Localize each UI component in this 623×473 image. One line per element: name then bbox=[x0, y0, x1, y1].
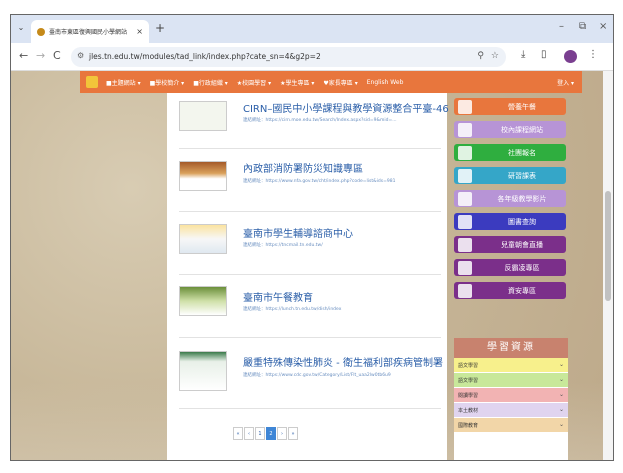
nav-item-admin[interactable]: ■行政組織 ▾ bbox=[193, 78, 228, 87]
chevron-down-icon: ⌄ bbox=[558, 361, 564, 368]
list-item[interactable]: 嚴重特殊傳染性肺炎 - 衛生福利部疾病管制署 連結網址：https://www.… bbox=[179, 345, 443, 409]
page-1-button[interactable]: 1 bbox=[255, 427, 265, 440]
link-title[interactable]: 嚴重特殊傳染性肺炎 - 衛生福利部疾病管制署 bbox=[243, 354, 443, 369]
edit-icon bbox=[458, 168, 472, 183]
list-item[interactable]: 臺南市午餐教育 連結網址：https://lunch.tn.edu.tw/dis… bbox=[179, 282, 441, 338]
lunch-button[interactable]: 營養午餐 bbox=[454, 98, 566, 115]
nav-item-parents[interactable]: ♥家長專區 ▾ bbox=[323, 78, 357, 87]
grade-videos-button[interactable]: 各年級教學影片 bbox=[454, 190, 566, 207]
school-favicon-icon bbox=[37, 27, 45, 36]
school-logo-icon[interactable] bbox=[86, 76, 98, 88]
browser-tab[interactable]: 臺南市東區復興國民小學網站 × bbox=[31, 20, 149, 43]
nav-item-themes[interactable]: ■主題網站 ▾ bbox=[106, 78, 141, 87]
assembly-stream-button[interactable]: 兒童朝會直播 bbox=[454, 236, 566, 253]
resource-dropdown[interactable]: 國際教育 ⌄ bbox=[454, 418, 568, 433]
list-item[interactable]: 臺南市學生輔導諮商中心 連結網址：https://tncmail.tn.edu.… bbox=[179, 219, 441, 275]
learning-resources-panel: 學習資源 語文學習 ⌄ 語文學習 ⌄ 閱讀學習 ⌄ 本土教材 ⌄ 國際教育 ⌄ bbox=[454, 338, 568, 460]
resource-dropdown[interactable]: 語文學習 ⌄ bbox=[454, 373, 568, 388]
first-page-button[interactable]: « bbox=[233, 427, 243, 440]
link-title[interactable]: 內政部消防署防災知識專區 bbox=[243, 160, 363, 175]
chevron-down-icon: ⌄ bbox=[558, 376, 564, 383]
anti-bullying-button[interactable]: 反霸凌專區 bbox=[454, 259, 566, 276]
link-url[interactable]: 連結網址：https://cirn.moe.edu.tw/Search/Inde… bbox=[243, 117, 397, 123]
infosec-button[interactable]: 資安專區 bbox=[454, 282, 566, 299]
video-icon bbox=[458, 191, 472, 206]
link-url[interactable]: 連結網址：https://tncmail.tn.edu.tw/ bbox=[243, 242, 323, 248]
book-icon bbox=[458, 214, 472, 229]
list-item[interactable]: CIRN–國民中小學課程與教學資源整合平臺-46 連結網址：https://ci… bbox=[179, 93, 449, 149]
web-page: ■主題網站 ▾ ■學校簡介 ▾ ■行政組織 ▾ ★校園學習 ▾ ★學生專區 ▾ … bbox=[11, 71, 613, 460]
nav-item-english[interactable]: English Web bbox=[367, 79, 404, 86]
page-scrollbar[interactable] bbox=[603, 71, 613, 460]
sidebar-panel-icon[interactable]: ▯ bbox=[541, 49, 547, 60]
link-url[interactable]: 連結網址：https://www.cdc.gov.tw/Category/Lis… bbox=[243, 372, 391, 378]
forward-arrow-icon[interactable]: → bbox=[36, 49, 45, 62]
scrollbar-thumb[interactable] bbox=[605, 191, 611, 301]
list-item[interactable]: 內政部消防署防災知識專區 連結網址：https://www.nfa.gov.tw… bbox=[179, 156, 441, 212]
download-icon[interactable]: ⤓ bbox=[521, 49, 525, 60]
tab-title: 臺南市東區復興國民小學網站 bbox=[49, 29, 128, 36]
minimize-icon[interactable]: – bbox=[559, 21, 564, 32]
site-thumbnail[interactable] bbox=[179, 286, 227, 316]
site-thumbnail[interactable] bbox=[179, 224, 227, 254]
site-thumbnail[interactable] bbox=[179, 161, 227, 191]
back-arrow-icon[interactable]: ← bbox=[19, 49, 28, 62]
prev-page-button[interactable]: ‹ bbox=[244, 427, 254, 440]
link-url[interactable]: 連結網址：https://lunch.tn.edu.tw/dish/index bbox=[243, 306, 341, 312]
pagination: « ‹ 1 2 › » bbox=[233, 427, 299, 440]
resource-dropdown[interactable]: 閱讀學習 ⌄ bbox=[454, 388, 568, 403]
club-signup-button[interactable]: 社團報名 bbox=[454, 144, 566, 161]
maximize-icon[interactable]: ⧉ bbox=[579, 21, 586, 32]
site-settings-icon[interactable]: ⚙ bbox=[77, 51, 84, 60]
tag-icon bbox=[458, 122, 472, 137]
tab-search-icon[interactable]: ⌄ bbox=[15, 23, 27, 35]
tag-icon bbox=[458, 237, 472, 252]
login-menu[interactable]: 登入 ▾ bbox=[557, 78, 574, 87]
training-schedule-button[interactable]: 研習課表 bbox=[454, 167, 566, 184]
link-url[interactable]: 連結網址：https://www.nfa.gov.tw/cht/index.ph… bbox=[243, 178, 395, 184]
close-tab-icon[interactable]: × bbox=[136, 27, 143, 36]
bookmark-star-icon[interactable]: ☆ bbox=[491, 51, 499, 61]
nav-item-learning[interactable]: ★校園學習 ▾ bbox=[237, 78, 271, 87]
chevron-down-icon: ⌄ bbox=[558, 391, 564, 398]
fork-icon bbox=[458, 99, 472, 114]
link-title[interactable]: 臺南市午餐教育 bbox=[243, 289, 313, 304]
course-site-button[interactable]: 校內課程網站 bbox=[454, 121, 566, 138]
site-navbar: ■主題網站 ▾ ■學校簡介 ▾ ■行政組織 ▾ ★校園學習 ▾ ★學生專區 ▾ … bbox=[80, 71, 582, 93]
page-2-button[interactable]: 2 bbox=[266, 427, 276, 440]
more-menu-icon[interactable]: ⋮ bbox=[588, 49, 598, 60]
tab-bar: ⌄ 臺南市東區復興國民小學網站 × + – ⧉ × bbox=[11, 15, 613, 43]
close-window-icon[interactable]: × bbox=[599, 21, 607, 32]
learning-resources-title: 學習資源 bbox=[454, 338, 568, 358]
url-text: jles.tn.edu.tw/modules/tad_link/index.ph… bbox=[89, 52, 321, 61]
last-page-button[interactable]: » bbox=[288, 427, 298, 440]
link-title[interactable]: CIRN–國民中小學課程與教學資源整合平臺-46 bbox=[243, 100, 449, 115]
link-title[interactable]: 臺南市學生輔導諮商中心 bbox=[243, 225, 353, 240]
list-icon bbox=[458, 145, 472, 160]
library-search-button[interactable]: 圖書查詢 bbox=[454, 213, 566, 230]
resource-dropdown[interactable]: 本土教材 ⌄ bbox=[454, 403, 568, 418]
browser-window: ⌄ 臺南市東區復興國民小學網站 × + – ⧉ × ← → C ⚙ jles.t… bbox=[10, 14, 614, 461]
new-tab-button[interactable]: + bbox=[155, 21, 165, 35]
chat-icon bbox=[458, 260, 472, 275]
profile-avatar[interactable] bbox=[564, 50, 577, 63]
chevron-down-icon: ⌄ bbox=[558, 406, 564, 413]
zoom-icon[interactable]: ⚲ bbox=[477, 51, 484, 61]
next-page-button[interactable]: › bbox=[277, 427, 287, 440]
url-field[interactable]: ⚙ jles.tn.edu.tw/modules/tad_link/index.… bbox=[71, 47, 506, 67]
address-bar-row: ← → C ⚙ jles.tn.edu.tw/modules/tad_link/… bbox=[11, 43, 613, 71]
nav-item-students[interactable]: ★學生專區 ▾ bbox=[280, 78, 314, 87]
site-thumbnail[interactable] bbox=[179, 101, 227, 131]
tag-icon bbox=[458, 283, 472, 298]
resource-dropdown[interactable]: 語文學習 ⌄ bbox=[454, 358, 568, 373]
nav-item-about[interactable]: ■學校簡介 ▾ bbox=[150, 78, 185, 87]
reload-icon[interactable]: C bbox=[53, 49, 61, 62]
link-list: CIRN–國民中小學課程與教學資源整合平臺-46 連結網址：https://ci… bbox=[167, 93, 449, 460]
chevron-down-icon: ⌄ bbox=[558, 421, 564, 428]
site-thumbnail[interactable] bbox=[179, 351, 227, 391]
